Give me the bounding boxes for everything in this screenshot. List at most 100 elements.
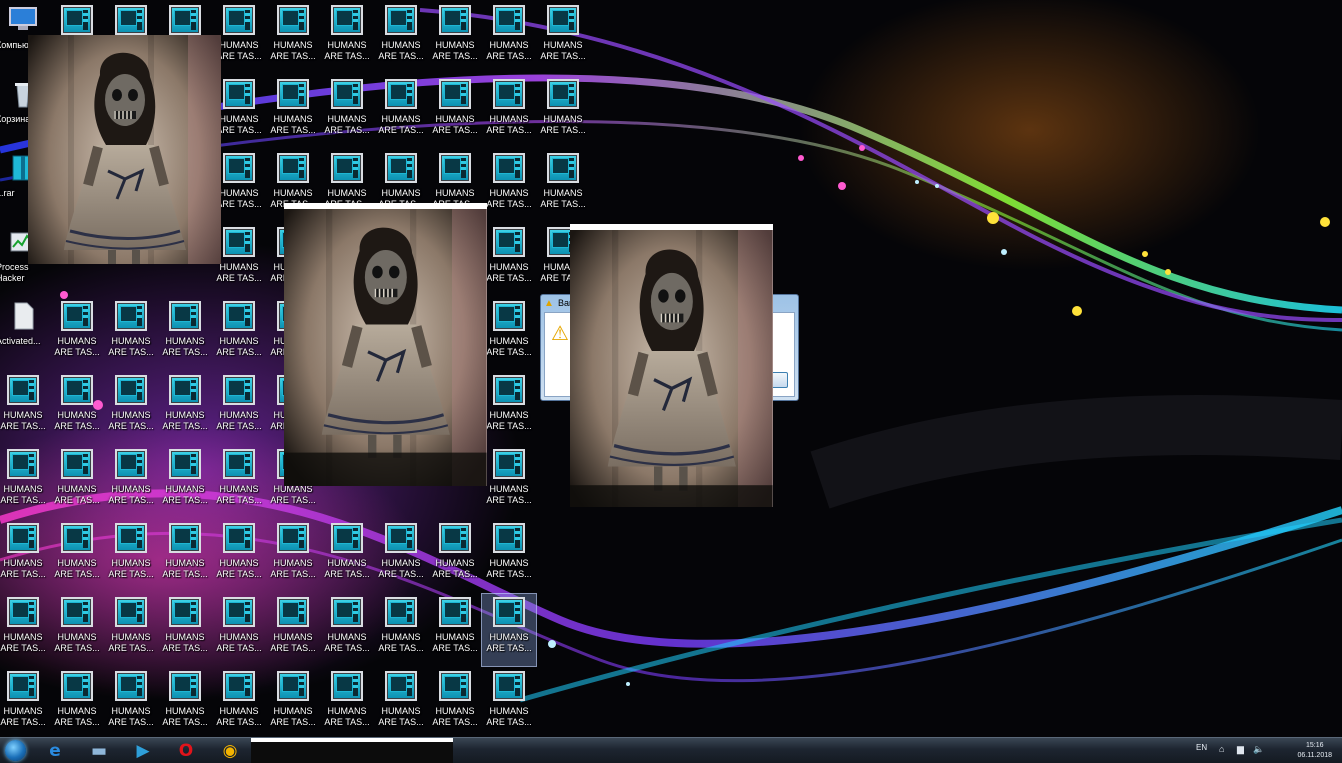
desktop-shortcut-humans-are-tasty[interactable]: HUMANS ARE TAS... <box>0 446 50 518</box>
desktop-shortcut-humans-are-tasty[interactable]: HUMANS ARE TAS... <box>320 2 374 74</box>
desktop-shortcut-humans-are-tasty[interactable]: HUMANS ARE TAS... <box>482 224 536 296</box>
desktop-shortcut-humans-are-tasty[interactable]: HUMANS ARE TAS... <box>50 446 104 518</box>
desktop-shortcut-humans-are-tasty[interactable]: HUMANS ARE TAS... <box>482 372 536 444</box>
taskbar-button[interactable]: ▬ <box>79 739 119 762</box>
desktop-icon-label: HUMANS ARE TAS... <box>324 706 370 727</box>
desktop-shortcut-humans-are-tasty[interactable]: HUMANS ARE TAS... <box>158 298 212 370</box>
desktop-shortcut-humans-are-tasty[interactable]: HUMANS ARE TAS... <box>428 2 482 74</box>
taskbar-button[interactable]: ▶ <box>123 739 163 762</box>
desktop-shortcut-humans-are-tasty[interactable]: HUMANS ARE TAS... <box>50 372 104 444</box>
desktop-shortcut-humans-are-tasty[interactable]: HUMANS ARE TAS... <box>266 2 320 74</box>
desktop-shortcut-humans-are-tasty[interactable]: HUMANS ARE TAS... <box>428 668 482 737</box>
desktop-shortcut-humans-are-tasty[interactable]: HUMANS ARE TAS... <box>482 668 536 737</box>
desktop-shortcut-humans-are-tasty[interactable]: HUMANS ARE TAS... <box>266 520 320 592</box>
internet-explorer-icon: e <box>49 740 61 761</box>
desktop-shortcut-humans-are-tasty[interactable]: HUMANS ARE TAS... <box>104 372 158 444</box>
desktop-shortcut-humans-are-tasty[interactable]: HUMANS ARE TAS... <box>374 2 428 74</box>
desktop-shortcut-humans-are-tasty[interactable]: HUMANS ARE TAS... <box>374 520 428 592</box>
desktop-shortcut-humans-are-tasty[interactable]: HUMANS ARE TAS... <box>481 593 537 667</box>
desktop-shortcut-humans-are-tasty[interactable]: HUMANS ARE TAS... <box>212 594 266 666</box>
desktop-shortcut-humans-are-tasty[interactable]: HUMANS ARE TAS... <box>0 594 50 666</box>
desktop-shortcut-humans-are-tasty[interactable]: HUMANS ARE TAS... <box>158 594 212 666</box>
desktop-shortcut-humans-are-tasty[interactable]: HUMANS ARE TAS... <box>104 668 158 737</box>
desktop-shortcut-humans-are-tasty[interactable]: HUMANS ARE TAS... <box>266 76 320 148</box>
desktop-shortcut-humans-are-tasty[interactable]: HUMANS ARE TAS... <box>320 76 374 148</box>
taskbar-button[interactable]: e <box>35 739 75 762</box>
desktop-shortcut-humans-are-tasty[interactable]: HUMANS ARE TAS... <box>212 298 266 370</box>
desktop-shortcut-humans-are-tasty[interactable]: HUMANS ARE TAS... <box>104 594 158 666</box>
desktop-shortcut-humans-are-tasty[interactable]: HUMANS ARE TAS... <box>212 372 266 444</box>
desktop-shortcut-humans-are-tasty[interactable]: HUMANS ARE TAS... <box>374 594 428 666</box>
desktop-icon-activated[interactable]: Activated... <box>0 298 50 370</box>
desktop-icon-label: HUMANS ARE TAS... <box>378 40 424 61</box>
desktop-shortcut-humans-are-tasty[interactable]: HUMANS ARE TAS... <box>158 446 212 518</box>
desktop-shortcut-humans-are-tasty[interactable]: HUMANS ARE TAS... <box>0 520 50 592</box>
desktop-icon-label: HUMANS ARE TAS... <box>486 188 532 209</box>
desktop-shortcut-humans-are-tasty[interactable]: HUMANS ARE TAS... <box>374 76 428 148</box>
desktop-shortcut-humans-are-tasty[interactable]: HUMANS ARE TAS... <box>320 520 374 592</box>
desktop-shortcut-humans-are-tasty[interactable]: HUMANS ARE TAS... <box>50 594 104 666</box>
desktop-shortcut-humans-are-tasty[interactable]: HUMANS ARE TAS... <box>0 372 50 444</box>
desktop-shortcut-humans-are-tasty[interactable]: HUMANS ARE TAS... <box>482 298 536 370</box>
desktop-shortcut-humans-are-tasty[interactable]: HUMANS ARE TAS... <box>428 76 482 148</box>
desktop-icon-label: HUMANS ARE TAS... <box>162 706 208 727</box>
taskbar-button[interactable]: O <box>166 739 206 762</box>
desktop-icon-label: HUMANS ARE TAS... <box>54 484 100 505</box>
desktop-shortcut-humans-are-tasty[interactable]: HUMANS ARE TAS... <box>212 446 266 518</box>
taskbar-button[interactable]: ◉ <box>210 739 250 762</box>
doll-image-window[interactable] <box>28 35 221 264</box>
desktop-shortcut-humans-are-tasty[interactable]: HUMANS ARE TAS... <box>50 520 104 592</box>
humans-are-tasty-exe-icon <box>223 671 255 701</box>
desktop-shortcut-humans-are-tasty[interactable]: HUMANS ARE TAS... <box>428 594 482 666</box>
humans-are-tasty-exe-icon <box>547 79 579 109</box>
desktop-icon-label: HUMANS ARE TAS... <box>378 632 424 653</box>
network-icon[interactable]: ▆ <box>1237 744 1244 755</box>
desktop-shortcut-humans-are-tasty[interactable]: HUMANS ARE TAS... <box>482 150 536 222</box>
start-button[interactable] <box>0 739 30 762</box>
desktop-shortcut-humans-are-tasty[interactable]: HUMANS ARE TAS... <box>482 446 536 518</box>
desktop-shortcut-humans-are-tasty[interactable]: HUMANS ARE TAS... <box>374 668 428 737</box>
desktop-shortcut-humans-are-tasty[interactable]: HUMANS ARE TAS... <box>158 372 212 444</box>
desktop-icon-label: HUMANS ARE TAS... <box>540 114 586 135</box>
desktop-shortcut-humans-are-tasty[interactable]: HUMANS ARE TAS... <box>482 76 536 148</box>
humans-are-tasty-exe-icon <box>169 597 201 627</box>
desktop-shortcut-humans-are-tasty[interactable]: HUMANS ARE TAS... <box>320 668 374 737</box>
desktop-shortcut-humans-are-tasty[interactable]: HUMANS ARE TAS... <box>50 298 104 370</box>
desktop-shortcut-humans-are-tasty[interactable]: HUMANS ARE TAS... <box>266 594 320 666</box>
desktop-shortcut-humans-are-tasty[interactable]: HUMANS ARE TAS... <box>536 2 590 74</box>
doll-image-window[interactable] <box>570 224 773 507</box>
desktop-shortcut-humans-are-tasty[interactable]: HUMANS ARE TAS... <box>320 594 374 666</box>
humans-are-tasty-exe-icon <box>385 523 417 553</box>
doll-image-window[interactable] <box>284 203 487 486</box>
desktop-shortcut-humans-are-tasty[interactable]: HUMANS ARE TAS... <box>0 668 50 737</box>
desktop-shortcut-humans-are-tasty[interactable]: HUMANS ARE TAS... <box>104 298 158 370</box>
desktop-shortcut-humans-are-tasty[interactable]: HUMANS ARE TAS... <box>536 76 590 148</box>
volume-icon[interactable]: 🔈 <box>1253 744 1264 755</box>
desktop-shortcut-humans-are-tasty[interactable]: HUMANS ARE TAS... <box>482 520 536 592</box>
desktop-icon-label: HUMANS ARE TAS... <box>162 632 208 653</box>
desktop-shortcut-humans-are-tasty[interactable]: HUMANS ARE TAS... <box>482 2 536 74</box>
humans-are-tasty-exe-icon <box>439 523 471 553</box>
tray-arrow-icon[interactable]: ⌂ <box>1219 744 1224 754</box>
desktop-shortcut-humans-are-tasty[interactable]: HUMANS ARE TAS... <box>212 520 266 592</box>
desktop-shortcut-humans-are-tasty[interactable]: HUMANS ARE TAS... <box>266 668 320 737</box>
desktop[interactable]: Компьют... Корзина 1.rar Process Hacker … <box>0 0 1342 737</box>
language-indicator[interactable]: EN <box>1196 743 1207 752</box>
desktop-icon-label: HUMANS ARE TAS... <box>0 558 46 579</box>
desktop-shortcut-humans-are-tasty[interactable]: HUMANS ARE TAS... <box>158 520 212 592</box>
desktop-shortcut-humans-are-tasty[interactable]: HUMANS ARE TAS... <box>428 520 482 592</box>
humans-are-tasty-exe-icon <box>169 375 201 405</box>
desktop-shortcut-humans-are-tasty[interactable]: HUMANS ARE TAS... <box>104 520 158 592</box>
desktop-shortcut-humans-are-tasty[interactable]: HUMANS ARE TAS... <box>536 150 590 222</box>
file-explorer-icon: ▬ <box>90 740 108 761</box>
desktop-shortcut-humans-are-tasty[interactable]: HUMANS ARE TAS... <box>50 668 104 737</box>
desktop-icon-label: HUMANS ARE TAS... <box>270 632 316 653</box>
doll-image <box>28 35 221 264</box>
media-player-icon: ▶ <box>136 740 150 761</box>
desktop-icon-label: HUMANS ARE TAS... <box>216 484 262 505</box>
desktop-shortcut-humans-are-tasty[interactable]: HUMANS ARE TAS... <box>104 446 158 518</box>
clock[interactable]: 15:16 06.11.2018 <box>1297 741 1332 761</box>
desktop-icon-label: HUMANS ARE TAS... <box>0 706 46 727</box>
desktop-shortcut-humans-are-tasty[interactable]: HUMANS ARE TAS... <box>212 668 266 737</box>
desktop-shortcut-humans-are-tasty[interactable]: HUMANS ARE TAS... <box>158 668 212 737</box>
